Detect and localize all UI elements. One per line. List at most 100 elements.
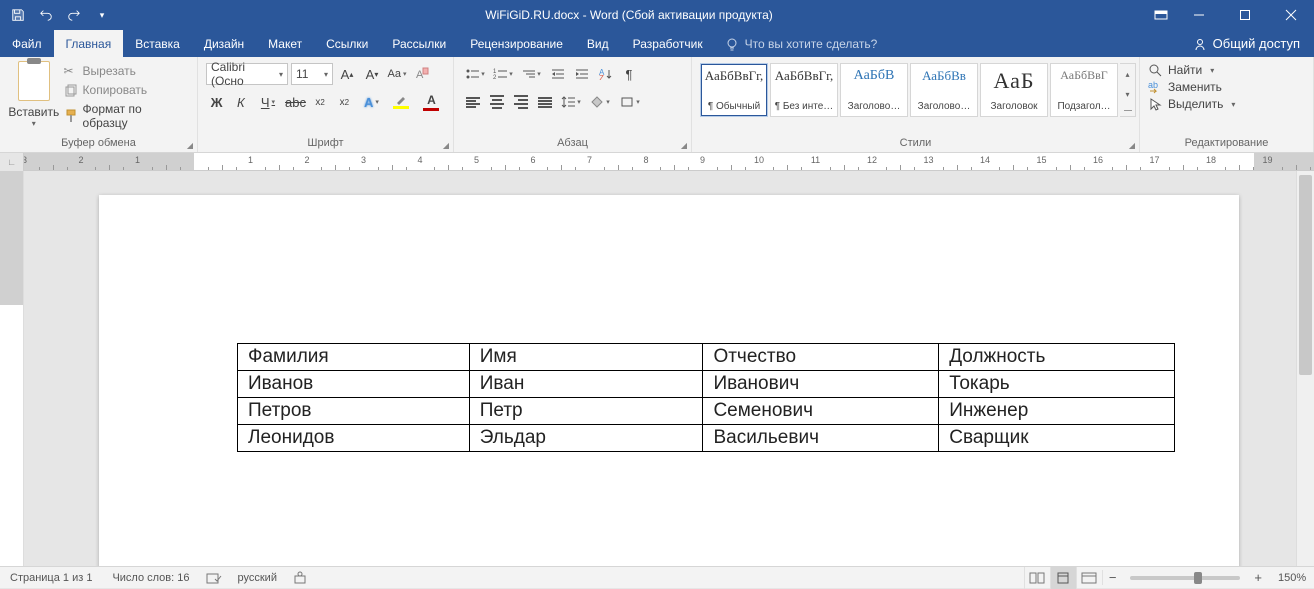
view-print-layout-button[interactable] <box>1050 567 1076 589</box>
find-button[interactable]: Найти▾ <box>1148 63 1235 77</box>
superscript-button[interactable]: x2 <box>334 91 355 113</box>
view-read-mode-button[interactable] <box>1024 567 1050 589</box>
zoom-slider[interactable] <box>1130 576 1240 580</box>
tab-design[interactable]: Дизайн <box>192 30 256 57</box>
tab-review[interactable]: Рецензирование <box>458 30 575 57</box>
highlight-button[interactable] <box>388 91 415 113</box>
tab-layout[interactable]: Макет <box>256 30 314 57</box>
maximize-button[interactable] <box>1222 0 1268 30</box>
styles-launcher-icon[interactable]: ◢ <box>1129 141 1135 150</box>
tab-file[interactable]: Файл <box>0 30 54 57</box>
vertical-ruler[interactable] <box>0 171 24 566</box>
align-left-button[interactable] <box>462 91 484 113</box>
bullets-button[interactable]: ▾ <box>462 63 488 85</box>
table-cell[interactable]: Иван <box>469 371 703 398</box>
italic-button[interactable]: К <box>230 91 251 113</box>
clear-formatting-button[interactable]: A <box>411 63 433 85</box>
document-table[interactable]: ФамилияИмяОтчествоДолжностьИвановИванИва… <box>237 343 1175 452</box>
status-word-count[interactable]: Число слов: 16 <box>102 572 199 584</box>
text-effects-button[interactable]: A▾ <box>358 91 385 113</box>
zoom-slider-knob[interactable] <box>1194 572 1202 584</box>
underline-button[interactable]: Ч▾ <box>254 91 281 113</box>
zoom-level[interactable]: 150% <box>1268 572 1314 584</box>
decrease-indent-button[interactable] <box>546 63 568 85</box>
macro-recording-icon[interactable] <box>287 571 313 585</box>
undo-icon[interactable] <box>36 5 56 25</box>
zoom-in-button[interactable]: + <box>1248 570 1268 585</box>
style-normal[interactable]: АаБбВвГг,¶ Обычный <box>700 63 768 117</box>
table-cell[interactable]: Отчество <box>703 344 939 371</box>
style-subtitle[interactable]: АаБбВвГПодзагол… <box>1050 63 1118 117</box>
tab-view[interactable]: Вид <box>575 30 621 57</box>
subscript-button[interactable]: x2 <box>309 91 330 113</box>
paste-button[interactable]: Вставить ▾ <box>8 61 60 132</box>
increase-font-button[interactable]: A▴ <box>336 63 358 85</box>
style-heading2[interactable]: АаБбВвЗаголово… <box>910 63 978 117</box>
tab-developer[interactable]: Разработчик <box>621 30 715 57</box>
tab-home[interactable]: Главная <box>54 30 124 57</box>
font-color-button[interactable]: A <box>418 91 445 113</box>
copy-button[interactable]: Копировать <box>64 83 189 97</box>
strikethrough-button[interactable]: abc <box>284 91 306 113</box>
table-cell[interactable]: Фамилия <box>238 344 470 371</box>
table-cell[interactable]: Сварщик <box>939 425 1175 452</box>
table-cell[interactable]: Должность <box>939 344 1175 371</box>
table-cell[interactable]: Петров <box>238 398 470 425</box>
style-no-spacing[interactable]: АаБбВвГг,¶ Без инте… <box>770 63 838 117</box>
minimize-button[interactable] <box>1176 0 1222 30</box>
qat-customize-icon[interactable]: ▾ <box>92 5 112 25</box>
style-title[interactable]: АаБЗаголовок <box>980 63 1048 117</box>
multilevel-list-button[interactable]: ▾ <box>518 63 544 85</box>
table-cell[interactable]: Имя <box>469 344 703 371</box>
paragraph-launcher-icon[interactable]: ◢ <box>681 141 687 150</box>
align-right-button[interactable] <box>510 91 532 113</box>
vertical-scrollbar[interactable] <box>1296 171 1314 566</box>
format-painter-button[interactable]: Формат по образцу <box>64 102 189 130</box>
shading-button[interactable]: ▾ <box>586 91 614 113</box>
table-row[interactable]: ЛеонидовЭльдарВасильевичСварщик <box>238 425 1175 452</box>
table-cell[interactable]: Инженер <box>939 398 1175 425</box>
bold-button[interactable]: Ж <box>206 91 227 113</box>
tab-insert[interactable]: Вставка <box>123 30 192 57</box>
page[interactable]: ФамилияИмяОтчествоДолжностьИвановИванИва… <box>99 195 1239 566</box>
redo-icon[interactable] <box>64 5 84 25</box>
align-center-button[interactable] <box>486 91 508 113</box>
style-heading1[interactable]: АаБбВЗаголово… <box>840 63 908 117</box>
show-marks-button[interactable]: ¶ <box>618 63 640 85</box>
select-button[interactable]: Выделить▾ <box>1148 97 1235 111</box>
clipboard-launcher-icon[interactable]: ◢ <box>187 141 193 150</box>
tell-me-field[interactable]: Что вы хотите сделать? <box>715 30 888 57</box>
font-name-combo[interactable]: Calibri (Осно▾ <box>206 63 288 85</box>
scrollbar-thumb[interactable] <box>1299 175 1312 375</box>
table-cell[interactable]: Петр <box>469 398 703 425</box>
ribbon-display-icon[interactable] <box>1146 0 1176 30</box>
table-cell[interactable]: Иванович <box>703 371 939 398</box>
tab-references[interactable]: Ссылки <box>314 30 380 57</box>
zoom-out-button[interactable]: − <box>1102 570 1123 585</box>
table-cell[interactable]: Васильевич <box>703 425 939 452</box>
table-cell[interactable]: Токарь <box>939 371 1175 398</box>
replace-button[interactable]: abЗаменить <box>1148 80 1235 94</box>
font-launcher-icon[interactable]: ◢ <box>443 141 449 150</box>
change-case-button[interactable]: Aa▾ <box>386 63 408 85</box>
status-page[interactable]: Страница 1 из 1 <box>0 572 102 584</box>
view-web-layout-button[interactable] <box>1076 567 1102 589</box>
justify-button[interactable] <box>534 91 556 113</box>
table-cell[interactable]: Эльдар <box>469 425 703 452</box>
cut-button[interactable]: ✂Вырезать <box>64 64 189 78</box>
proofing-icon[interactable] <box>200 571 228 585</box>
sort-button[interactable]: AZ <box>594 63 616 85</box>
table-cell[interactable]: Иванов <box>238 371 470 398</box>
close-button[interactable] <box>1268 0 1314 30</box>
style-gallery-expand[interactable]: ▴▾ <box>1120 63 1136 117</box>
table-row[interactable]: ФамилияИмяОтчествоДолжность <box>238 344 1175 371</box>
share-button[interactable]: Общий доступ <box>1179 30 1314 57</box>
ruler-corner[interactable]: ∟ <box>0 153 24 171</box>
table-row[interactable]: ИвановИванИвановичТокарь <box>238 371 1175 398</box>
increase-indent-button[interactable] <box>570 63 592 85</box>
status-language[interactable]: русский <box>228 572 287 584</box>
line-spacing-button[interactable]: ▾ <box>558 91 584 113</box>
save-icon[interactable] <box>8 5 28 25</box>
decrease-font-button[interactable]: A▾ <box>361 63 383 85</box>
borders-button[interactable]: ▾ <box>616 91 644 113</box>
